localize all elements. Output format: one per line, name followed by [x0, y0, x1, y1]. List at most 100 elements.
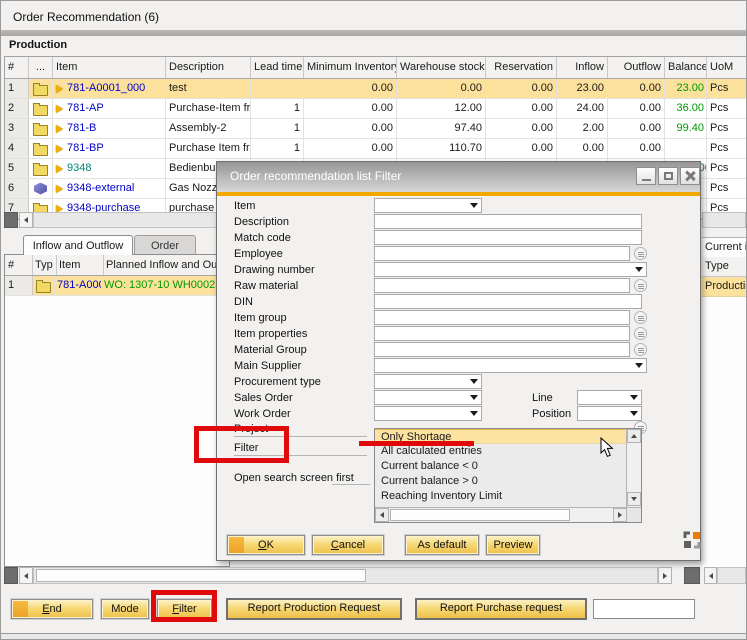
expand-form-icon[interactable] — [683, 531, 701, 549]
material-group-input[interactable] — [374, 342, 630, 357]
table-row[interactable]: 2 781-AP Purchase-Item fro 1 0.00 12.00 … — [5, 99, 747, 119]
right-panel-row-production[interactable]: Production — [702, 277, 747, 297]
item-code-link[interactable]: 781-AP — [67, 99, 104, 118]
minimize-button[interactable] — [636, 167, 656, 185]
link-arrow-icon[interactable] — [56, 165, 63, 173]
sales-order-combo[interactable] — [374, 390, 482, 405]
col-header-description[interactable]: Description — [166, 57, 251, 78]
tab-inflow-and-outflow[interactable]: Inflow and Outflow — [23, 235, 133, 255]
table-row[interactable]: 1 781-A0001_000 test 0.00 0.00 0.00 23.0… — [5, 79, 747, 99]
col-header-balance[interactable]: Balance — [665, 57, 707, 78]
employee-input[interactable] — [374, 246, 630, 261]
main-supplier-combo[interactable] — [374, 358, 647, 373]
selection-list-icon[interactable] — [634, 343, 647, 356]
scroll-down-button[interactable] — [627, 492, 641, 506]
bottom-text-input[interactable] — [593, 599, 695, 619]
report-purchase-request-button[interactable]: Report Purchase request — [415, 598, 587, 620]
subcol-item[interactable]: Item — [57, 255, 104, 275]
horizontal-scrollbar-right[interactable] — [702, 212, 746, 228]
close-button[interactable] — [680, 167, 700, 185]
position-combo[interactable] — [577, 406, 642, 421]
dropdown-item-all-calculated[interactable]: All calculated entries — [375, 444, 627, 459]
scroll-left-button[interactable] — [375, 508, 389, 522]
item-code-link[interactable]: 781-B — [67, 119, 96, 138]
item-group-input[interactable] — [374, 310, 630, 325]
col-header-dots[interactable]: ... — [29, 57, 53, 78]
col-header-warehouse-stock[interactable]: Warehouse stock — [397, 57, 486, 78]
item-properties-input[interactable] — [374, 326, 630, 341]
scroll-left-button[interactable] — [19, 567, 33, 584]
scrollbar-thumb[interactable] — [36, 569, 366, 582]
subtable-row[interactable]: 1 781-A0001 WO: 1307-10 WH000259 — [5, 276, 229, 296]
splitter-handle[interactable] — [684, 567, 700, 584]
as-default-button[interactable]: As default — [405, 535, 479, 555]
selection-list-icon[interactable] — [634, 327, 647, 340]
preview-button[interactable]: Preview — [486, 535, 540, 555]
drawing-number-combo[interactable] — [374, 262, 647, 277]
link-arrow-icon[interactable] — [56, 85, 63, 93]
selection-list-icon[interactable] — [634, 247, 647, 260]
col-header-inflow[interactable]: Inflow — [557, 57, 608, 78]
splitter-handle[interactable] — [4, 212, 18, 228]
match-code-input[interactable] — [374, 230, 642, 245]
din-input[interactable] — [374, 294, 642, 309]
scroll-right-button[interactable] — [658, 567, 672, 584]
subcol-planned[interactable]: Planned Inflow and Outf — [104, 255, 229, 275]
work-order-combo[interactable] — [374, 406, 482, 421]
col-header-minimum-inventory[interactable]: Minimum Inventory — [304, 57, 397, 78]
link-arrow-icon[interactable] — [56, 105, 63, 113]
link-arrow-icon[interactable] — [56, 125, 63, 133]
mode-button[interactable]: Mode — [101, 599, 149, 619]
scrollbar-thumb[interactable] — [390, 509, 570, 521]
scroll-up-button[interactable] — [627, 429, 641, 443]
subcol-num[interactable]: # — [5, 255, 33, 275]
item-code-link[interactable]: 9348-external — [67, 179, 134, 198]
dropdown-item-reaching-limit[interactable]: Reaching Inventory Limit — [375, 489, 627, 504]
label-material-group: Material Group — [234, 344, 307, 356]
col-header-uom[interactable]: UoM — [707, 57, 743, 78]
report-production-request-button[interactable]: Report Production Request — [226, 598, 402, 620]
planned-order-link[interactable]: WO: 1307-10 WH000259 — [102, 276, 229, 295]
selection-list-icon[interactable] — [634, 311, 647, 324]
item-code-link[interactable]: 9348 — [67, 159, 91, 178]
horizontal-scrollbar[interactable] — [33, 212, 217, 228]
label-match-code: Match code — [234, 232, 291, 244]
dropdown-item-balance-lt-0[interactable]: Current balance < 0 — [375, 459, 627, 474]
selection-list-icon[interactable] — [634, 279, 647, 292]
cancel-button[interactable]: Cancel — [312, 535, 384, 555]
col-header-num[interactable]: # — [5, 57, 29, 78]
item-combo[interactable] — [374, 198, 482, 213]
item-code-link[interactable]: 781-BP — [67, 139, 104, 158]
col-header-item[interactable]: Item — [53, 57, 166, 78]
table-row[interactable]: 4 781-BP Purchase Item frm 1 0.00 110.70… — [5, 139, 747, 159]
horizontal-scrollbar[interactable] — [717, 567, 746, 584]
item-code-link[interactable]: 781-A0001_000 — [67, 79, 145, 98]
table-row[interactable]: 3 781-B Assembly-2 1 0.00 97.40 0.00 2.0… — [5, 119, 747, 139]
right-panel-col-type[interactable]: Type — [702, 257, 747, 277]
description-input[interactable] — [374, 214, 642, 229]
splitter-handle[interactable] — [4, 567, 18, 584]
link-arrow-icon[interactable] — [56, 185, 63, 193]
maximize-button[interactable] — [658, 167, 678, 185]
scroll-left-button[interactable] — [19, 212, 33, 228]
procurement-type-combo[interactable] — [374, 374, 482, 389]
scroll-left-button[interactable] — [704, 567, 717, 584]
vertical-scrollbar[interactable] — [626, 429, 641, 507]
ok-button[interactable]: OK — [227, 535, 305, 555]
chevron-down-icon — [630, 411, 638, 416]
end-button[interactable]: End — [11, 599, 93, 619]
col-header-outflow[interactable]: Outflow — [608, 57, 665, 78]
col-header-reservation[interactable]: Reservation — [486, 57, 557, 78]
dropdown-item-balance-gt-0[interactable]: Current balance > 0 — [375, 474, 627, 489]
tab-order[interactable]: Order — [134, 235, 196, 255]
subcol-typ[interactable]: Typ — [33, 255, 57, 275]
scroll-right-button[interactable] — [613, 508, 627, 522]
raw-material-input[interactable] — [374, 278, 630, 293]
dialog-titlebar[interactable]: Order recommendation list Filter — [217, 162, 700, 192]
horizontal-scrollbar[interactable] — [375, 507, 627, 522]
line-combo[interactable] — [577, 390, 642, 405]
col-header-lead-time[interactable]: Lead time — [251, 57, 304, 78]
link-arrow-icon[interactable] — [56, 145, 63, 153]
item-code-link[interactable]: 781-A0001 — [55, 276, 102, 295]
horizontal-scrollbar[interactable] — [33, 567, 658, 584]
